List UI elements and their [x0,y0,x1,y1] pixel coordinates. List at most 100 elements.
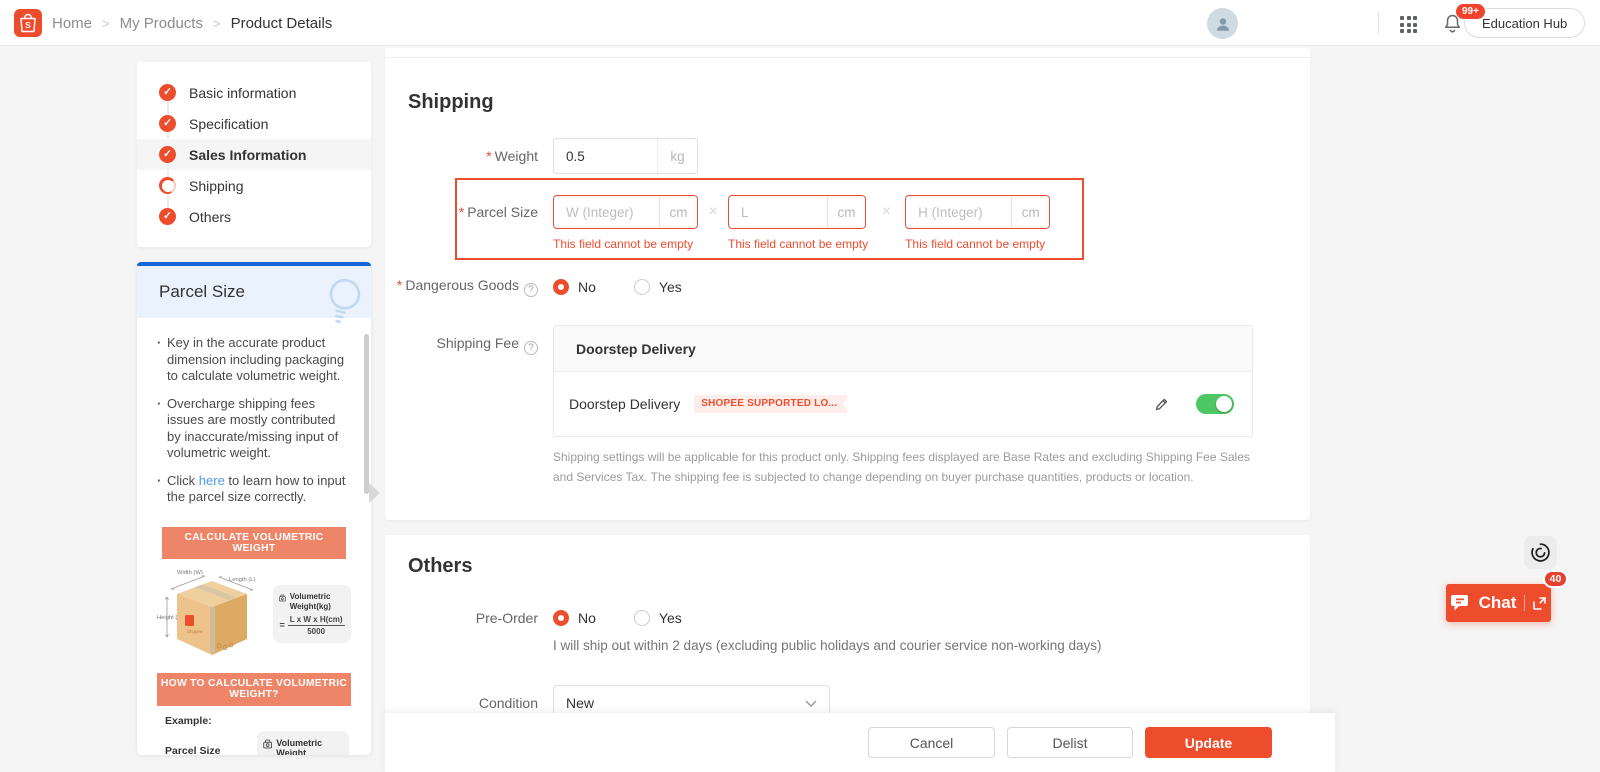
cancel-button[interactable]: Cancel [868,727,995,758]
step-label: Specification [189,115,269,132]
chat-divider [1524,595,1526,611]
parcel-length-input[interactable] [729,196,827,228]
parcel-height-input[interactable] [906,196,1012,228]
step-label: Others [189,208,232,225]
svg-text:Width (W): Width (W) [177,570,203,576]
check-circle-icon: ✓ [159,208,176,225]
step-label: Basic information [189,84,297,101]
collapse-panel-handle[interactable] [369,483,380,503]
shopee-supported-tag: SHOPEE SUPPORTED LO... [694,395,848,413]
page: S Home > My Products > Product Details 9… [0,0,1600,772]
parcel-size-tip-card: Parcel Size · Key in the accurate produc… [137,262,371,755]
dangerous-goods-no-radio[interactable]: No [553,278,596,295]
expand-icon [1533,596,1547,610]
check-circle-icon: ✓ [159,84,176,101]
step-label: Shipping [189,177,244,194]
swirl-support-icon [1531,543,1550,562]
tip-card-title: Parcel Size [159,282,245,301]
preorder-yes-radio[interactable]: Yes [633,610,682,626]
scale-icon [263,739,272,749]
dangerous-goods-yes-radio[interactable]: Yes [633,278,682,295]
dangerous-goods-row: * Dangerous Goods? No Yes [396,277,682,297]
education-hub-label: Education Hub [1482,15,1568,31]
weight-unit: kg [657,139,697,173]
sidebar-item-basic-information[interactable]: ✓ Basic information [137,77,371,108]
svg-text:S: S [25,20,31,30]
breadcrumb: Home > My Products > Product Details [52,0,332,46]
parcel-size-highlight-box: *Parcel Size cm This field cannot be emp… [455,178,1084,260]
section-stepper: ✓ Basic information ✓ Specification ✓ Sa… [137,62,371,247]
cm-unit: cm [659,196,697,228]
help-icon[interactable]: ? [524,282,538,297]
multiply-separator: × [881,203,892,220]
weight-row: *Weight kg [385,138,698,174]
breadcrumb-home[interactable]: Home [52,15,92,32]
top-header: S Home > My Products > Product Details 9… [0,0,1600,46]
sidebar-item-specification[interactable]: ✓ Specification [137,108,371,139]
others-section: Others Pre-Order No Yes I will ship out … [385,535,1310,713]
chat-button[interactable]: Chat [1446,584,1551,622]
tip-bullet: · Key in the accurate product dimension … [157,335,345,383]
sidebar-item-sales-information[interactable]: ✓ Sales Information [137,139,371,170]
shipping-section: Shipping *Weight kg *Parcel Size cm This… [385,48,1310,520]
box-illustration-row: Width (W) Length (L) Height (H) Shopee V… [157,565,351,663]
weight-input[interactable] [554,139,657,173]
tip-card-header: Parcel Size [137,266,371,324]
condition-select[interactable]: New [553,685,830,713]
breadcrumb-separator: > [102,15,110,31]
section-divider [385,57,1310,58]
chat-label: Chat [1478,593,1517,612]
preorder-no-radio[interactable]: No [553,610,596,626]
shipping-fee-note: Shipping settings will be applicable for… [553,450,1250,484]
person-icon [1216,17,1229,31]
shipping-title: Shipping [408,91,494,113]
cm-unit: cm [1011,196,1049,228]
delist-button[interactable]: Delist [1007,727,1133,758]
example-label: Example: [165,714,212,727]
chat-bubble-icon [1450,595,1468,611]
user-avatar[interactable] [1207,8,1238,39]
height-error-message: This field cannot be empty [905,237,1046,251]
shipping-fee-card: Doorstep Delivery Doorstep Delivery SHOP… [553,325,1253,437]
apps-grid-icon[interactable] [1400,16,1417,33]
radio-selected-icon [553,278,569,295]
preorder-row: Pre-Order No Yes [475,610,682,626]
breadcrumb-separator: > [212,15,221,31]
progress-circle-icon [159,177,176,194]
breadcrumb-my-products[interactable]: My Products [120,15,203,32]
shopee-bag-icon: S [20,13,36,33]
shipping-fee-label: Shipping Fee? [385,335,538,355]
update-button[interactable]: Update [1145,727,1272,758]
edit-pencil-icon[interactable] [1154,397,1169,412]
required-asterisk: * [458,204,465,220]
how-to-calc-banner: HOW TO CALCULATE VOLUMETRIC WEIGHT? [157,673,351,706]
lightbulb-icon [319,272,367,337]
ship-out-note: I will ship out within 2 days (excluding… [553,638,1102,653]
channel-toggle-on[interactable] [1196,394,1234,414]
radio-unselected-icon [633,278,650,295]
parcel-width-group: cm This field cannot be empty [553,195,698,258]
support-float-button[interactable] [1524,536,1557,569]
check-circle-icon: ✓ [159,115,176,132]
parcel-box-illustration: Width (W) Length (L) Height (H) Shopee [157,570,255,656]
volumetric-example-panel: Volumetric Weight = 30cm x 30cm x 40cm 5… [257,730,349,755]
parcel-width-input[interactable] [554,196,659,228]
example-row: Parcel Size Length : 30cm Width : 30cm V… [157,730,351,755]
tip-bullet: · Overcharge shipping fees issues are mo… [157,395,339,461]
width-error-message: This field cannot be empty [553,237,694,251]
channel-row: Doorstep Delivery SHOPEE SUPPORTED LO... [554,372,1252,436]
required-asterisk: * [486,148,492,164]
radio-selected-icon [553,610,569,626]
condition-value: New [566,695,595,711]
check-circle-icon: ✓ [159,146,176,163]
channel-header: Doorstep Delivery [554,326,1252,372]
help-icon[interactable]: ? [524,340,538,355]
tip-card-scrollbar[interactable] [364,334,369,494]
tip-card-body: · Key in the accurate product dimension … [137,318,371,755]
here-link[interactable]: here [199,473,225,488]
calc-volumetric-banner: CALCULATE VOLUMETRIC WEIGHT [162,526,346,560]
shopee-logo[interactable]: S [14,9,42,37]
sidebar-item-others[interactable]: ✓ Others [137,201,371,232]
cm-unit: cm [827,196,865,228]
sidebar-item-shipping[interactable]: Shipping [137,170,371,201]
